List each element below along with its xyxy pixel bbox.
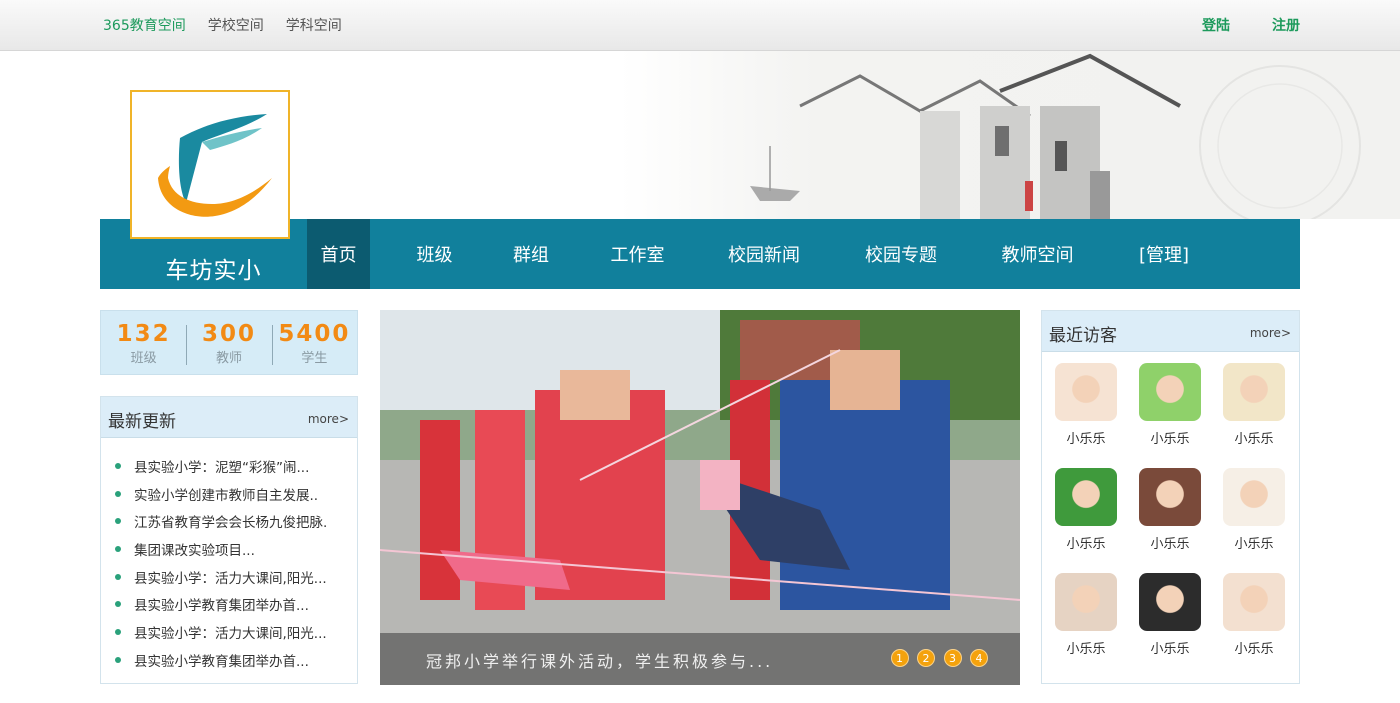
- nav-campus-topics[interactable]: 校园专题: [816, 219, 986, 289]
- stat-students-value: 5400: [278, 321, 351, 347]
- latest-updates-header: 最新更新 more>: [101, 397, 357, 438]
- avatar[interactable]: [1055, 468, 1117, 526]
- visitor-card[interactable]: 小乐乐: [1139, 468, 1223, 573]
- latest-updates-more-link[interactable]: more>: [308, 412, 349, 426]
- school-name: 车坊实小: [165, 258, 262, 284]
- visitor-card[interactable]: 小乐乐: [1139, 363, 1223, 468]
- nav-classes[interactable]: 班级: [370, 219, 499, 289]
- visitor-card[interactable]: 小乐乐: [1223, 573, 1307, 678]
- slideshow-photo: [380, 310, 1020, 685]
- stat-classes-value: 132: [116, 321, 171, 347]
- avatar[interactable]: [1055, 363, 1117, 421]
- register-link[interactable]: 注册: [1272, 15, 1300, 35]
- auth-links: 登陆 注册: [1160, 0, 1300, 50]
- stat-students[interactable]: 5400 学生: [271, 311, 357, 374]
- recent-visitors-title: 最近访客: [1049, 326, 1117, 346]
- avatar[interactable]: [1055, 573, 1117, 631]
- school-stats: 132 班级 300 教师 5400 学生: [100, 310, 358, 375]
- recent-visitors-more-link[interactable]: more>: [1250, 326, 1291, 340]
- news-list: 县实验小学：泥塑“彩猴”闹... 实验小学创建市教师自主发展.. 江苏省教育学会…: [101, 438, 357, 674]
- stat-teachers-label: 教师: [215, 351, 242, 366]
- visitor-card[interactable]: 小乐乐: [1055, 363, 1139, 468]
- bullet-icon: [115, 518, 121, 525]
- bullet-icon: [115, 545, 121, 552]
- visitor-name[interactable]: 小乐乐: [1139, 428, 1201, 447]
- slide-caption: 冠邦小学举行课外活动，学生积极参与...: [426, 652, 774, 671]
- nav-teacher-space[interactable]: 教师空间: [986, 219, 1089, 289]
- nav-admin[interactable]: [管理]: [1089, 219, 1239, 289]
- login-link[interactable]: 登陆: [1202, 15, 1230, 35]
- nav-items: 首页 班级 群组 工作室 校园新闻 校园专题 教师空间 [管理]: [307, 219, 1239, 289]
- slide-page-1[interactable]: 1: [890, 649, 909, 667]
- list-item[interactable]: 县实验小学：活力大课间,阳光...: [115, 618, 357, 646]
- logo-emblem-icon: [158, 114, 272, 217]
- visitor-name[interactable]: 小乐乐: [1055, 638, 1117, 657]
- list-item[interactable]: 县实验小学：活力大课间,阳光...: [115, 563, 357, 591]
- visitor-card[interactable]: 小乐乐: [1223, 468, 1307, 573]
- slide-pager: 1 2 3 4: [882, 649, 988, 667]
- avatar[interactable]: [1223, 363, 1285, 421]
- avatar[interactable]: [1223, 573, 1285, 631]
- top-bar: 365教育空间 学校空间 学科空间 登陆 注册: [0, 0, 1400, 51]
- bullet-icon: [115, 573, 121, 580]
- slide-page-2[interactable]: 2: [917, 649, 935, 667]
- visitor-name[interactable]: 小乐乐: [1223, 533, 1285, 552]
- bullet-icon: [115, 490, 121, 497]
- link-school-space[interactable]: 学校空间: [208, 15, 264, 35]
- link-subject-space[interactable]: 学科空间: [286, 15, 342, 35]
- bullet-icon: [115, 462, 121, 469]
- visitor-name[interactable]: 小乐乐: [1139, 638, 1201, 657]
- stat-teachers-value: 300: [201, 321, 256, 347]
- stat-students-label: 学生: [301, 351, 328, 366]
- bullet-icon: [115, 628, 121, 635]
- visitor-grid: 小乐乐 小乐乐 小乐乐 小乐乐 小乐乐 小乐乐 小乐乐 小乐乐 小乐乐: [1055, 363, 1295, 678]
- nav-groups[interactable]: 群组: [499, 219, 563, 289]
- recent-visitors-panel: 最近访客 more> 小乐乐 小乐乐 小乐乐 小乐乐 小乐乐 小乐乐 小乐乐 小…: [1041, 310, 1300, 684]
- list-item[interactable]: 江苏省教育学会会长杨九俊把脉.: [115, 507, 357, 535]
- bullet-icon: [115, 656, 121, 663]
- ink-painting-illustration: [620, 51, 1400, 219]
- school-logo[interactable]: [130, 90, 290, 239]
- visitor-name[interactable]: 小乐乐: [1223, 638, 1285, 657]
- top-links: 365教育空间 学校空间 学科空间: [103, 0, 364, 50]
- visitor-card[interactable]: 小乐乐: [1223, 363, 1307, 468]
- visitor-card[interactable]: 小乐乐: [1055, 573, 1139, 678]
- list-item[interactable]: 县实验小学教育集团举办首...: [115, 646, 357, 674]
- visitor-name[interactable]: 小乐乐: [1139, 533, 1201, 552]
- latest-updates-panel: 最新更新 more> 县实验小学：泥塑“彩猴”闹... 实验小学创建市教师自主发…: [100, 396, 358, 684]
- nav-studio[interactable]: 工作室: [563, 219, 712, 289]
- recent-visitors-header: 最近访客 more>: [1042, 311, 1299, 352]
- visitor-card[interactable]: 小乐乐: [1055, 468, 1139, 573]
- bullet-icon: [115, 601, 121, 608]
- list-item[interactable]: 实验小学创建市教师自主发展..: [115, 480, 357, 508]
- visitor-name[interactable]: 小乐乐: [1055, 428, 1117, 447]
- link-365-space[interactable]: 365教育空间: [103, 15, 186, 35]
- list-item[interactable]: 县实验小学：泥塑“彩猴”闹...: [115, 452, 357, 480]
- avatar[interactable]: [1223, 468, 1285, 526]
- visitor-card[interactable]: 小乐乐: [1139, 573, 1223, 678]
- stat-classes-label: 班级: [130, 351, 157, 366]
- visitor-name[interactable]: 小乐乐: [1055, 533, 1117, 552]
- stat-classes[interactable]: 132 班级: [101, 311, 186, 374]
- visitor-name[interactable]: 小乐乐: [1223, 428, 1285, 447]
- stat-teachers[interactable]: 300 教师: [186, 311, 271, 374]
- photo-slideshow[interactable]: 冠邦小学举行课外活动，学生积极参与... 1 2 3 4: [380, 310, 1020, 685]
- list-item[interactable]: 集团课改实验项目...: [115, 535, 357, 563]
- avatar[interactable]: [1139, 468, 1201, 526]
- avatar[interactable]: [1139, 363, 1201, 421]
- avatar[interactable]: [1139, 573, 1201, 631]
- nav-home[interactable]: 首页: [307, 219, 370, 289]
- latest-updates-title: 最新更新: [108, 412, 176, 432]
- slide-page-4[interactable]: 4: [970, 649, 988, 667]
- slide-page-3[interactable]: 3: [943, 649, 962, 667]
- list-item[interactable]: 县实验小学教育集团举办首...: [115, 590, 357, 618]
- nav-campus-news[interactable]: 校园新闻: [712, 219, 816, 289]
